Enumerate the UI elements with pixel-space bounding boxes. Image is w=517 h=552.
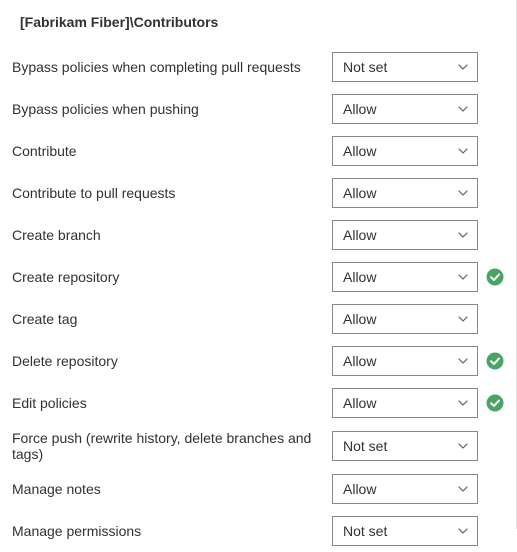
permission-select[interactable]: Allow <box>332 220 478 250</box>
chevron-down-icon <box>457 61 469 73</box>
permission-label: Edit policies <box>12 395 332 411</box>
permission-row: Create branch Allow <box>10 214 506 256</box>
permission-row: Manage permissions Not set <box>10 510 506 552</box>
permission-label: Force push (rewrite history, delete bran… <box>12 430 332 462</box>
permission-select-wrap: Allow <box>332 178 478 208</box>
chevron-down-icon <box>457 525 469 537</box>
permission-row: Create tag Allow <box>10 298 506 340</box>
permissions-list: Bypass policies when completing pull req… <box>10 46 506 552</box>
permission-row: Manage notes Allow <box>10 468 506 510</box>
permission-select-wrap: Not set <box>332 431 478 461</box>
explicit-check-icon <box>486 268 504 286</box>
chevron-down-icon <box>457 440 469 452</box>
permission-row: Edit policies Allow <box>10 382 506 424</box>
permission-value: Not set <box>343 438 387 454</box>
permission-label: Create branch <box>12 227 332 243</box>
permission-select[interactable]: Allow <box>332 304 478 334</box>
chevron-down-icon <box>457 187 469 199</box>
permission-select[interactable]: Allow <box>332 136 478 166</box>
permission-row: Bypass policies when pushing Allow <box>10 88 506 130</box>
permission-value: Allow <box>343 481 376 497</box>
permission-select-wrap: Allow <box>332 304 478 334</box>
permission-row: Force push (rewrite history, delete bran… <box>10 424 506 468</box>
permission-label: Manage permissions <box>12 523 332 539</box>
permission-select-wrap: Allow <box>332 474 478 504</box>
permission-row: Bypass policies when completing pull req… <box>10 46 506 88</box>
permission-select[interactable]: Allow <box>332 262 478 292</box>
permission-label: Create tag <box>12 311 332 327</box>
permission-label: Manage notes <box>12 481 332 497</box>
permission-row: Contribute Allow <box>10 130 506 172</box>
chevron-down-icon <box>457 355 469 367</box>
status-cell <box>484 352 506 370</box>
permission-select-wrap: Allow <box>332 262 478 292</box>
explicit-check-icon <box>486 394 504 412</box>
chevron-down-icon <box>457 397 469 409</box>
permission-select-wrap: Allow <box>332 94 478 124</box>
permission-select[interactable]: Allow <box>332 178 478 208</box>
permission-value: Allow <box>343 395 376 411</box>
chevron-down-icon <box>457 483 469 495</box>
permission-select-wrap: Not set <box>332 516 478 546</box>
permission-select[interactable]: Not set <box>332 516 478 546</box>
permission-select[interactable]: Not set <box>332 52 478 82</box>
chevron-down-icon <box>457 229 469 241</box>
permission-row: Delete repository Allow <box>10 340 506 382</box>
status-cell <box>484 268 506 286</box>
chevron-down-icon <box>457 103 469 115</box>
permission-value: Not set <box>343 59 387 75</box>
permission-select[interactable]: Allow <box>332 346 478 376</box>
permission-label: Create repository <box>12 269 332 285</box>
permission-select-wrap: Allow <box>332 136 478 166</box>
permission-select-wrap: Not set <box>332 52 478 82</box>
permission-select-wrap: Allow <box>332 388 478 418</box>
permission-value: Allow <box>343 311 376 327</box>
page-title: [Fabrikam Fiber]\Contributors <box>10 8 506 46</box>
permission-value: Allow <box>343 353 376 369</box>
permission-value: Allow <box>343 185 376 201</box>
chevron-down-icon <box>457 271 469 283</box>
permission-label: Bypass policies when pushing <box>12 101 332 117</box>
permission-row: Contribute to pull requests Allow <box>10 172 506 214</box>
permission-label: Bypass policies when completing pull req… <box>12 59 332 75</box>
permission-value: Allow <box>343 269 376 285</box>
permission-label: Delete repository <box>12 353 332 369</box>
permission-select-wrap: Allow <box>332 220 478 250</box>
permission-select[interactable]: Allow <box>332 94 478 124</box>
permission-value: Not set <box>343 523 387 539</box>
permission-row: Create repository Allow <box>10 256 506 298</box>
permission-select[interactable]: Allow <box>332 474 478 504</box>
permission-value: Allow <box>343 143 376 159</box>
permission-select-wrap: Allow <box>332 346 478 376</box>
permission-select[interactable]: Not set <box>332 431 478 461</box>
chevron-down-icon <box>457 145 469 157</box>
permission-value: Allow <box>343 101 376 117</box>
permission-select[interactable]: Allow <box>332 388 478 418</box>
chevron-down-icon <box>457 313 469 325</box>
status-cell <box>484 394 506 412</box>
explicit-check-icon <box>486 352 504 370</box>
permission-label: Contribute <box>12 143 332 159</box>
permission-value: Allow <box>343 227 376 243</box>
permission-label: Contribute to pull requests <box>12 185 332 201</box>
